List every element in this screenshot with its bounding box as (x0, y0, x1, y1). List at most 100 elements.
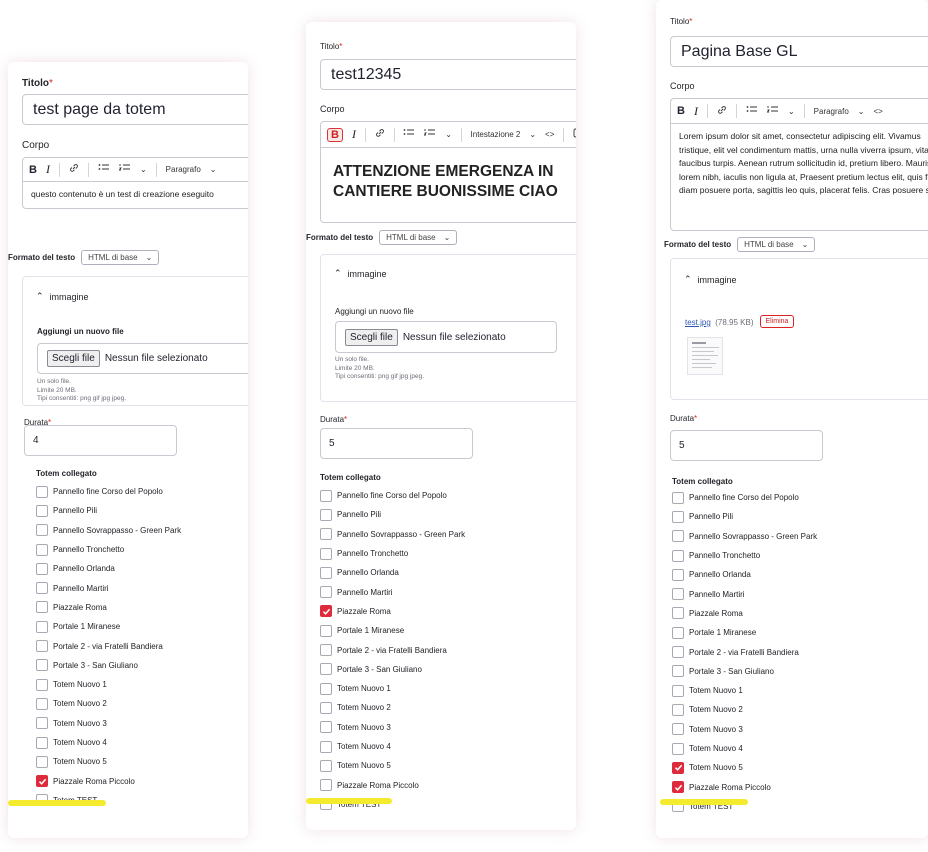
totem-option[interactable]: Totem Nuovo 4 (36, 733, 181, 752)
paragraph-select[interactable]: Paragrafo (166, 165, 201, 174)
chevron-down-icon[interactable]: ⌄ (788, 107, 795, 116)
checkbox[interactable] (320, 547, 332, 560)
checkbox[interactable] (36, 736, 48, 749)
checkbox[interactable] (320, 586, 332, 599)
heading-select[interactable]: Intestazione 2 (471, 130, 521, 139)
checkbox[interactable] (672, 626, 684, 639)
checkbox[interactable] (36, 755, 48, 768)
bullet-list-icon[interactable] (403, 128, 415, 141)
italic-button[interactable]: I (46, 162, 50, 177)
link-icon[interactable] (717, 105, 727, 118)
totem-option[interactable]: Pannello Tronchetto (320, 544, 465, 563)
totem-option[interactable]: Pannello Sovrappasso - Green Park (320, 525, 465, 544)
checkbox[interactable] (320, 566, 332, 579)
checkbox[interactable] (672, 607, 684, 620)
checkbox[interactable] (36, 620, 48, 633)
file-link[interactable]: test.jpg (685, 318, 711, 327)
bullet-list-icon[interactable] (746, 105, 758, 118)
image-summary[interactable]: ⌃ immagine (684, 274, 737, 285)
totem-option[interactable]: Piazzale Roma Piccolo (672, 777, 817, 796)
totem-option[interactable]: Pannello Tronchetto (672, 546, 817, 565)
totem-option[interactable]: Pannello fine Corso del Popolo (672, 488, 817, 507)
paragraph-select[interactable]: Paragrafo (814, 107, 849, 116)
source-code-button[interactable]: <> (545, 130, 554, 139)
totem-option[interactable]: Totem Nuovo 3 (672, 720, 817, 739)
title-input[interactable]: test page da totem (22, 94, 248, 125)
checkbox[interactable] (320, 489, 332, 502)
insert-icon[interactable] (573, 128, 576, 141)
totem-option[interactable]: Portale 2 - via Fratelli Bandiera (320, 640, 465, 659)
choose-file-button[interactable]: Scegli file (47, 350, 100, 367)
body-editor[interactable]: questo contenuto è un test di creazione … (22, 181, 248, 209)
checkbox[interactable] (672, 491, 684, 504)
totem-option[interactable]: Pannello fine Corso del Popolo (320, 486, 465, 505)
totem-option[interactable]: Piazzale Roma (320, 602, 465, 621)
body-editor[interactable]: Lorem ipsum dolor sit amet, consectetur … (670, 123, 928, 231)
choose-file-button[interactable]: Scegli file (345, 328, 398, 346)
totem-option[interactable]: Pannello Tronchetto (36, 540, 181, 559)
totem-option[interactable]: Portale 2 - via Fratelli Bandiera (36, 636, 181, 655)
totem-option[interactable]: Pannello Pili (36, 501, 181, 520)
checkbox[interactable] (36, 640, 48, 653)
link-icon[interactable] (69, 163, 79, 176)
link-icon[interactable] (375, 128, 385, 141)
checkbox[interactable] (672, 530, 684, 543)
totem-option[interactable]: Piazzale Roma (672, 604, 817, 623)
checkbox[interactable] (672, 684, 684, 697)
chevron-down-icon[interactable]: ⌄ (140, 165, 147, 174)
totem-option[interactable]: Totem Nuovo 5 (36, 752, 181, 771)
checkbox[interactable] (320, 663, 332, 676)
totem-option[interactable]: Totem Nuovo 2 (36, 694, 181, 713)
checkbox[interactable] (320, 624, 332, 637)
checkbox[interactable] (320, 779, 332, 792)
totem-option[interactable]: Piazzale Roma Piccolo (320, 775, 465, 794)
totem-option[interactable]: Portale 1 Miranese (36, 617, 181, 636)
format-select[interactable]: HTML di base ⌄ (379, 230, 458, 245)
checkbox[interactable] (320, 759, 332, 772)
totem-option[interactable]: Pannello Orlanda (672, 565, 817, 584)
totem-option[interactable]: Totem Nuovo 3 (320, 718, 465, 737)
totem-option[interactable]: Pannello Pili (672, 507, 817, 526)
totem-option[interactable]: Totem Nuovo 1 (672, 681, 817, 700)
chevron-down-icon[interactable]: ⌄ (529, 130, 536, 139)
checkbox[interactable] (320, 682, 332, 695)
totem-option[interactable]: Pannello Martiri (36, 578, 181, 597)
checkbox[interactable] (36, 485, 48, 498)
title-input[interactable]: test12345 (320, 59, 576, 90)
bold-button[interactable]: B (327, 127, 343, 142)
duration-input[interactable]: 4 (24, 425, 177, 456)
checkbox[interactable] (672, 588, 684, 601)
chevron-down-icon[interactable]: ⌄ (445, 130, 452, 139)
checkbox[interactable] (36, 543, 48, 556)
source-code-button[interactable]: <> (874, 107, 883, 116)
totem-option[interactable]: Portale 1 Miranese (672, 623, 817, 642)
totem-option[interactable]: Portale 2 - via Fratelli Bandiera (672, 642, 817, 661)
checkbox[interactable] (320, 508, 332, 521)
checkbox-checked[interactable] (36, 775, 48, 788)
numbered-list-icon[interactable] (118, 163, 131, 176)
totem-option[interactable]: Pannello Orlanda (320, 563, 465, 582)
totem-option[interactable]: Totem Nuovo 4 (320, 737, 465, 756)
totem-option[interactable]: Totem Nuovo 1 (36, 675, 181, 694)
checkbox[interactable] (36, 504, 48, 517)
totem-option[interactable]: Pannello Pili (320, 505, 465, 524)
totem-option[interactable]: Portale 1 Miranese (320, 621, 465, 640)
image-summary[interactable]: ⌃ immagine (334, 268, 387, 279)
checkbox[interactable] (672, 646, 684, 659)
bold-button[interactable]: B (677, 105, 685, 117)
format-select[interactable]: HTML di base ⌄ (737, 237, 816, 252)
totem-option[interactable]: Piazzale Roma Piccolo (36, 771, 181, 790)
image-summary[interactable]: ⌃ immagine (36, 291, 89, 302)
totem-option[interactable]: Totem Nuovo 2 (320, 698, 465, 717)
totem-option[interactable]: Pannello Martiri (672, 584, 817, 603)
checkbox[interactable] (320, 701, 332, 714)
checkbox[interactable] (672, 549, 684, 562)
totem-option[interactable]: Totem Nuovo 5 (672, 758, 817, 777)
checkbox-checked[interactable] (320, 605, 332, 618)
checkbox[interactable] (320, 740, 332, 753)
totem-option[interactable]: Totem Nuovo 2 (672, 700, 817, 719)
numbered-list-icon[interactable] (766, 105, 779, 118)
totem-option[interactable]: Portale 3 - San Giuliano (36, 656, 181, 675)
checkbox[interactable] (672, 510, 684, 523)
file-input[interactable]: Scegli file Nessun file selezionato (335, 321, 557, 353)
